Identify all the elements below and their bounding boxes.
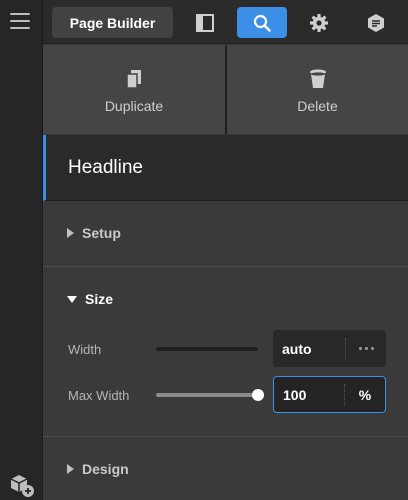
gear-icon[interactable] [294, 7, 344, 38]
delete-label: Delete [297, 97, 338, 114]
max-width-unit[interactable]: % [345, 387, 385, 403]
top-toolbar: Page Builder [43, 0, 408, 44]
design-section-label: Design [82, 461, 129, 477]
left-rail [0, 0, 43, 500]
duplicate-button[interactable]: Duplicate [43, 45, 225, 134]
width-value: auto [282, 340, 312, 357]
duplicate-icon [124, 66, 144, 90]
duplicate-label: Duplicate [104, 97, 164, 114]
delete-button[interactable]: Delete [227, 45, 408, 134]
element-actions: Duplicate Delete [43, 45, 408, 134]
size-section-header[interactable]: Size [67, 291, 113, 307]
search-icon[interactable] [237, 7, 287, 38]
max-width-slider-thumb[interactable] [252, 389, 264, 401]
caret-right-icon [67, 464, 74, 474]
trash-icon [308, 66, 328, 90]
max-width-slider[interactable] [156, 393, 258, 397]
max-width-label: Max Width [68, 388, 130, 403]
width-slider[interactable] [156, 347, 258, 351]
width-field[interactable]: auto [273, 330, 386, 367]
width-label: Width [68, 342, 102, 357]
max-width-field[interactable]: 100 % [273, 376, 386, 413]
add-block-icon[interactable] [8, 472, 36, 498]
section-divider [43, 266, 408, 267]
more-options-icon[interactable] [346, 347, 386, 350]
design-section-header[interactable]: Design [67, 461, 129, 477]
element-title-bar: Headline [43, 135, 408, 201]
page-builder-button[interactable]: Page Builder [52, 7, 173, 38]
notes-icon[interactable] [351, 7, 401, 38]
section-divider [43, 436, 408, 437]
panel-layout-icon[interactable] [180, 7, 230, 38]
max-width-value: 100 [283, 386, 307, 403]
caret-right-icon [67, 228, 74, 238]
caret-down-icon [67, 295, 77, 303]
hamburger-icon[interactable] [10, 13, 30, 31]
setup-section-label: Setup [82, 225, 121, 241]
size-section-label: Size [85, 291, 114, 307]
element-title: Headline [68, 157, 143, 178]
setup-section-header[interactable]: Setup [67, 225, 121, 241]
